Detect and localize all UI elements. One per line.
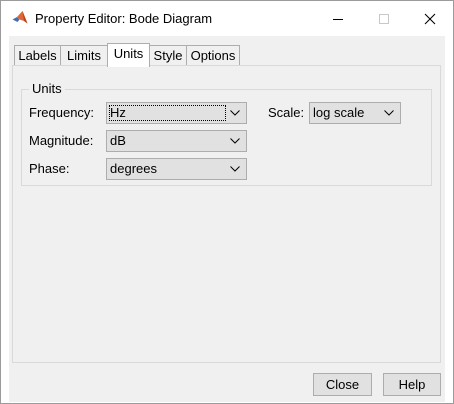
minimize-button[interactable]	[315, 1, 361, 36]
tab-units[interactable]: Units	[107, 43, 150, 67]
chevron-down-icon	[230, 110, 240, 116]
magnitude-label: Magnitude:	[29, 133, 94, 148]
window-title: Property Editor: Bode Diagram	[35, 11, 213, 26]
units-group-title: Units	[29, 81, 65, 96]
dialog-client-area: Labels Limits Units Style Options Units …	[9, 36, 445, 402]
chevron-down-icon	[384, 110, 394, 116]
phase-units-value: degrees	[110, 161, 157, 176]
maximize-button[interactable]	[361, 1, 407, 36]
units-groupbox: Units Frequency: Hz Scale: log scale Mag…	[21, 81, 432, 186]
chevron-down-icon	[230, 166, 240, 172]
tab-style[interactable]: Style	[149, 45, 187, 65]
frequency-scale-dropdown[interactable]: log scale	[309, 102, 401, 124]
minimize-icon	[333, 19, 343, 20]
tab-labels[interactable]: Labels	[14, 45, 61, 65]
frequency-label: Frequency:	[29, 105, 95, 120]
tab-options[interactable]: Options	[186, 45, 240, 65]
matlab-logo-icon	[12, 10, 28, 26]
frequency-units-dropdown[interactable]: Hz	[106, 102, 247, 124]
frequency-scale-value: log scale	[313, 105, 365, 120]
frequency-units-value: Hz	[109, 105, 226, 121]
maximize-icon	[379, 14, 389, 24]
close-button[interactable]: Close	[313, 373, 372, 396]
help-button[interactable]: Help	[383, 373, 441, 396]
scale-label: Scale:	[268, 105, 305, 120]
magnitude-units-value: dB	[110, 133, 126, 148]
tab-limits[interactable]: Limits	[60, 45, 108, 65]
units-tab-panel: Units Frequency: Hz Scale: log scale Mag…	[12, 65, 441, 363]
phase-units-dropdown[interactable]: degrees	[106, 158, 247, 180]
chevron-down-icon	[230, 138, 240, 144]
close-icon	[424, 13, 436, 25]
phase-label: Phase:	[29, 161, 70, 176]
close-window-button[interactable]	[407, 1, 453, 36]
magnitude-units-dropdown[interactable]: dB	[106, 130, 247, 152]
title-bar[interactable]: Property Editor: Bode Diagram	[1, 1, 453, 36]
property-editor-window: Property Editor: Bode Diagram Labels Lim…	[0, 0, 454, 404]
